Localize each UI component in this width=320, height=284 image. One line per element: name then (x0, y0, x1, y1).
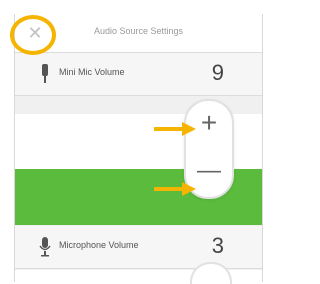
microphone-volume-label: Microphone Volume (59, 240, 139, 250)
close-highlight-ring (10, 15, 56, 55)
window-title: Audio Source Settings (93, 26, 184, 36)
mini-mic-volume-label: Mini Mic Volume (59, 67, 125, 77)
mini-mic-icon (42, 64, 48, 83)
mini-mic-volume-row: Mini Mic Volume 9 (15, 53, 262, 96)
microphone-icon (39, 237, 51, 257)
microphone-volume-value: 3 (211, 233, 224, 258)
arrow-right-icon (154, 182, 196, 196)
microphone-volume-row: Microphone Volume 3 (15, 226, 262, 269)
arrow-right-icon (154, 122, 196, 136)
mini-mic-volume-value: 9 (211, 60, 224, 85)
